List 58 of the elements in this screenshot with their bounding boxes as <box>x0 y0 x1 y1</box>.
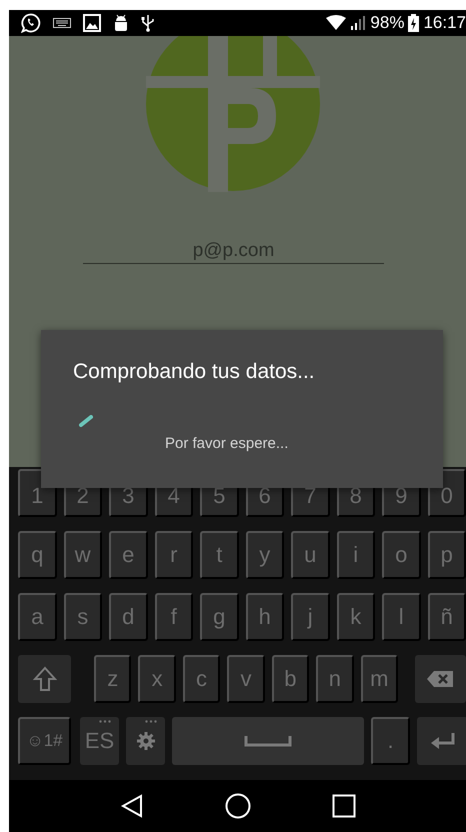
keyboard-key[interactable]: x <box>138 655 176 703</box>
chat-bubble-icon <box>21 13 41 33</box>
keyboard-key[interactable]: z <box>94 655 132 703</box>
keyboard-key[interactable]: e <box>109 531 148 579</box>
keyboard-key[interactable]: ñ <box>428 593 466 641</box>
loading-spinner-icon <box>79 415 93 427</box>
keyboard-key[interactable]: k <box>336 593 375 641</box>
settings-icon <box>136 731 156 751</box>
keyboard-key[interactable]: g <box>200 593 238 641</box>
keyboard-key[interactable]: r <box>154 531 193 579</box>
keyboard-key[interactable]: q <box>18 531 56 579</box>
keyboard-key[interactable]: p <box>428 531 466 579</box>
dialog-message: Por favor espere... <box>165 435 288 452</box>
keyboard-key[interactable]: v <box>227 655 265 703</box>
battery-percent: 98% <box>370 13 404 33</box>
battery-charging-icon <box>408 14 420 32</box>
keyboard-key[interactable]: n <box>316 655 354 703</box>
image-icon <box>83 14 101 32</box>
space-key[interactable] <box>172 717 364 765</box>
keyboard-key[interactable]: . <box>371 717 410 765</box>
space-bar-icon <box>244 735 292 747</box>
dots-icon <box>99 720 111 723</box>
keyboard-key[interactable]: s <box>64 593 102 641</box>
keyboard-key[interactable]: h <box>246 593 284 641</box>
clock-time: 16:17 <box>423 13 466 33</box>
symbols-key[interactable]: ☺1# <box>18 717 71 765</box>
keyboard-key[interactable]: c <box>182 655 220 703</box>
signal-icon <box>350 15 366 31</box>
dialog-title: Comprobando tus datos... <box>73 360 315 384</box>
bug-icon <box>113 14 129 32</box>
usb-icon <box>141 14 155 32</box>
keyboard-key[interactable]: a <box>18 593 56 641</box>
keyboard-key[interactable]: l <box>382 593 420 641</box>
backspace-key[interactable] <box>414 655 466 703</box>
keyboard-key[interactable]: o <box>382 531 420 579</box>
keyboard-key[interactable]: y <box>246 531 284 579</box>
keyboard-key[interactable]: w <box>64 531 102 579</box>
backspace-icon <box>426 670 454 688</box>
settings-key[interactable] <box>126 717 165 765</box>
home-icon[interactable] <box>224 793 250 819</box>
keyboard-key[interactable]: b <box>272 655 310 703</box>
back-icon[interactable] <box>120 794 144 818</box>
keyboard-key[interactable]: m <box>360 655 398 703</box>
keyboard-key[interactable]: u <box>291 531 330 579</box>
shift-key[interactable] <box>18 655 71 703</box>
keyboard-key[interactable]: f <box>154 593 193 641</box>
enter-key[interactable] <box>417 717 466 765</box>
shift-icon <box>32 666 56 692</box>
recents-icon[interactable] <box>332 794 356 818</box>
keyboard-key[interactable]: d <box>109 593 148 641</box>
enter-icon <box>430 732 456 750</box>
keyboard-icon <box>53 18 71 28</box>
keyboard-key[interactable]: t <box>200 531 238 579</box>
keyboard-key[interactable]: j <box>291 593 330 641</box>
dots-icon <box>145 720 157 723</box>
keyboard-key[interactable]: i <box>336 531 375 579</box>
language-key[interactable]: ES <box>80 717 119 765</box>
wifi-icon <box>326 15 346 31</box>
